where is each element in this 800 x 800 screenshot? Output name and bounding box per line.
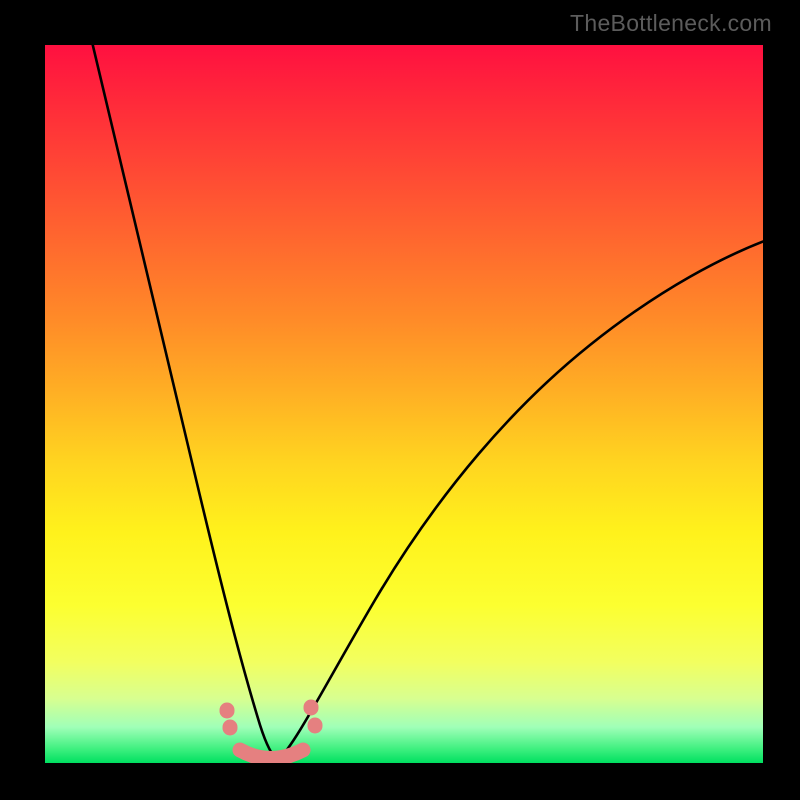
bottleneck-curve-left — [88, 45, 278, 760]
watermark-text: TheBottleneck.com — [570, 10, 772, 37]
plot-area — [45, 45, 763, 763]
bottleneck-curve-right — [278, 237, 763, 760]
chart-svg — [45, 45, 763, 763]
chart-frame: TheBottleneck.com — [0, 0, 800, 800]
